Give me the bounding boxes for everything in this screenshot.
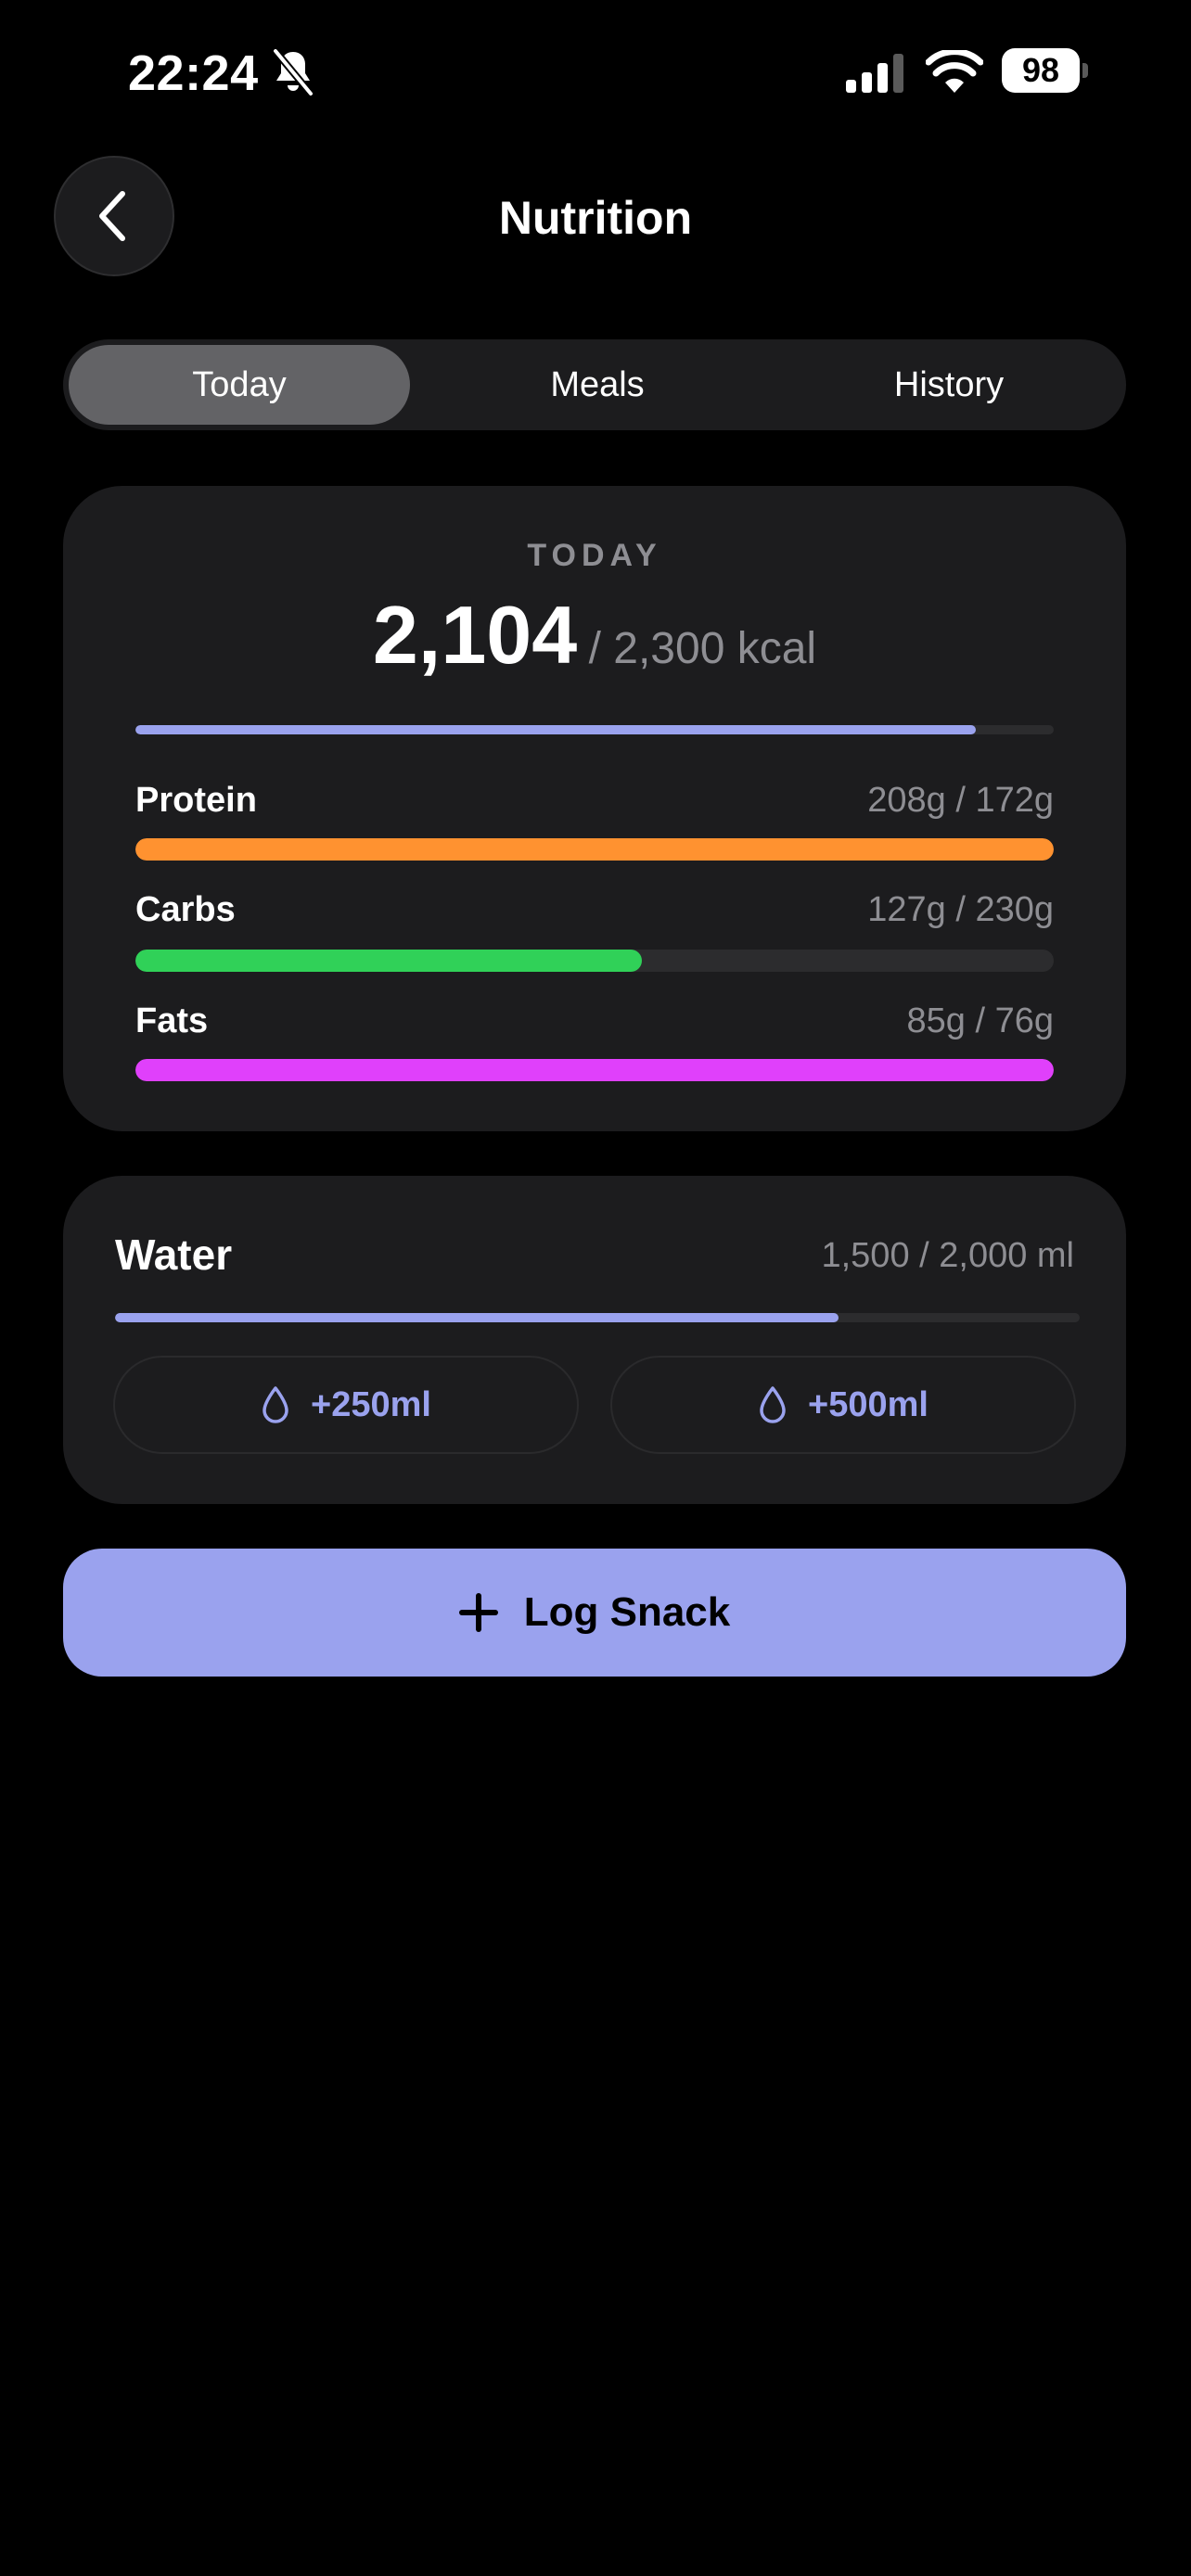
water-progress-fill [115, 1313, 839, 1322]
battery-level: 98 [1002, 48, 1080, 93]
protein-value: 208g / 172g [867, 781, 1054, 820]
status-bar: 22:24 98 [0, 0, 1191, 139]
fats-value: 85g / 76g [906, 1001, 1054, 1040]
carbs-progress-track [135, 950, 1054, 972]
plus-icon [458, 1593, 498, 1632]
fats-progress-track [135, 1059, 1054, 1081]
fats-progress-fill [135, 1059, 1054, 1081]
bell-slash-icon [272, 48, 314, 96]
water-progress-track [115, 1313, 1080, 1322]
add-250ml-label: +250ml [311, 1384, 431, 1424]
protein-label: Protein [135, 781, 257, 820]
battery-tip [1082, 63, 1088, 78]
protein-progress-fill [135, 838, 1054, 861]
segmented-tabs: Today Meals History [63, 339, 1126, 430]
page-title: Nutrition [498, 192, 693, 244]
water-value: 1,500 / 2,000 ml [821, 1236, 1074, 1275]
log-snack-label: Log Snack [523, 1589, 731, 1635]
calorie-progress-track [135, 725, 1054, 734]
nutrition-screen: 22:24 98 Nutrition Today Meals History T… [0, 0, 1191, 2576]
signal-icon [846, 54, 903, 93]
add-500ml-label: +500ml [808, 1384, 928, 1424]
add-250ml-button[interactable]: +250ml [113, 1356, 579, 1454]
calories-target: / 2,300 kcal [588, 624, 817, 673]
calorie-card: TODAY 2,104 / 2,300 kcal Protein 208g / … [63, 486, 1126, 1131]
battery-icon: 98 [1002, 48, 1088, 93]
drop-icon [760, 1386, 786, 1423]
fats-label: Fats [135, 1001, 209, 1040]
protein-progress-track [135, 838, 1054, 861]
carbs-progress-fill [135, 950, 643, 972]
drop-icon [263, 1386, 288, 1423]
log-snack-button[interactable]: Log Snack [63, 1549, 1126, 1677]
status-time: 22:24 [128, 45, 259, 101]
water-title: Water [115, 1231, 233, 1279]
water-card: Water 1,500 / 2,000 ml +250ml +500ml [63, 1176, 1126, 1504]
tab-meals[interactable]: Meals [427, 345, 768, 425]
today-label: TODAY [527, 538, 662, 573]
calorie-progress-fill [135, 725, 976, 734]
carbs-value: 127g / 230g [867, 890, 1054, 929]
tab-history[interactable]: History [778, 345, 1120, 425]
calories-consumed: 2,104 [372, 589, 578, 681]
carbs-label: Carbs [135, 890, 236, 929]
tab-today[interactable]: Today [69, 345, 410, 425]
calorie-summary: 2,104 / 2,300 kcal [63, 588, 1126, 682]
add-500ml-button[interactable]: +500ml [610, 1356, 1076, 1454]
wifi-icon [926, 50, 983, 93]
